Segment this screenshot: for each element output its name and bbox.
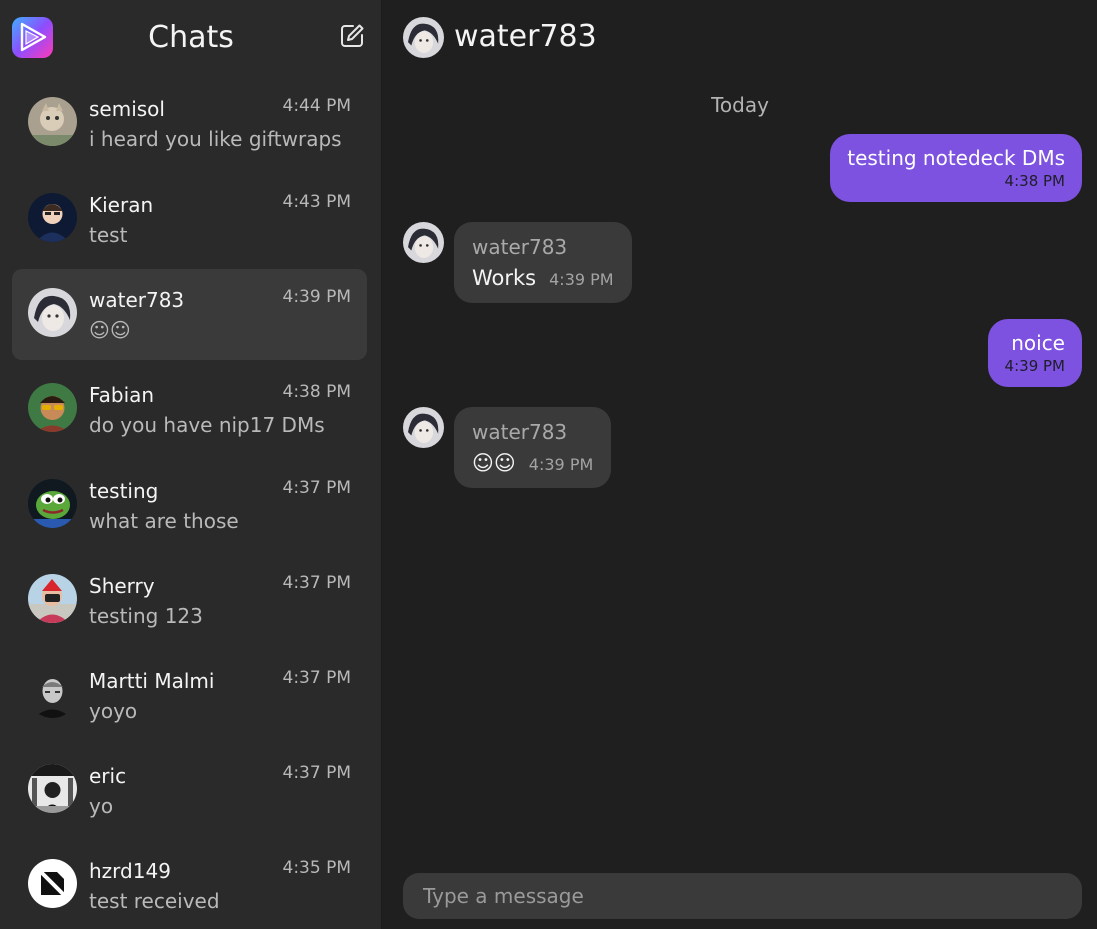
chat-preview: test [89, 223, 128, 247]
chat-item-kieran[interactable]: Kieran 4:43 PM test [12, 174, 367, 265]
avatar[interactable] [403, 222, 444, 263]
chat-time: 4:37 PM [282, 573, 352, 593]
chat-preview: ☺☺ [89, 318, 131, 342]
chat-name: testing [89, 479, 159, 503]
message-time: 4:38 PM [1004, 172, 1065, 190]
chat-name: water783 [89, 288, 185, 312]
avatar[interactable] [403, 407, 444, 448]
message-composer[interactable] [403, 873, 1082, 919]
chat-name: Martti Malmi [89, 669, 215, 693]
chat-name: Sherry [89, 574, 155, 598]
chat-name: hzrd149 [89, 859, 171, 883]
chat-item-martti-malmi[interactable]: Martti Malmi 4:37 PM yoyo [12, 650, 367, 741]
message-time: 4:39 PM [528, 455, 594, 474]
chat-preview: do you have nip17 DMs [89, 413, 325, 437]
message-outgoing[interactable]: testing notedeck DMs 4:38 PM [830, 134, 1082, 202]
chat-name: Fabian [89, 383, 155, 407]
chat-preview: yo [89, 794, 114, 818]
message-author: water783 [472, 420, 568, 444]
avatar [28, 97, 77, 146]
chat-time: 4:38 PM [282, 382, 352, 402]
chat-item-eric[interactable]: eric 4:37 PM yo [12, 745, 367, 836]
message-outgoing[interactable]: noice 4:39 PM [987, 319, 1082, 387]
chat-item-sherry[interactable]: Sherry 4:37 PM testing 123 [12, 555, 367, 646]
message-time: 4:39 PM [549, 270, 614, 289]
message-time: 4:39 PM [1004, 357, 1065, 375]
chat-name: eric [89, 764, 127, 788]
chat-time: 4:43 PM [282, 192, 352, 212]
chat-time: 4:37 PM [282, 668, 352, 688]
message-incoming[interactable]: water783 ☺☺ 4:39 PM [454, 407, 612, 488]
sidebar-title: Chats [148, 20, 234, 55]
message-text: Works [472, 266, 537, 290]
chat-time: 4:37 PM [282, 478, 352, 498]
date-separator: Today [711, 93, 769, 117]
avatar [28, 859, 77, 908]
message-text: noice [1011, 331, 1065, 355]
avatar [28, 383, 77, 432]
avatar [28, 669, 77, 718]
avatar[interactable] [403, 17, 444, 58]
conversation-panel: water783 Today testing notedeck DMs 4:38… [383, 0, 1097, 929]
dm-app: Chats semisol 4:44 PM i heard you like g… [0, 0, 1097, 929]
chat-preview: what are those [89, 509, 239, 533]
message-incoming[interactable]: water783 Works 4:39 PM [454, 222, 632, 303]
chat-preview: test received [89, 889, 220, 913]
chat-sidebar: Chats semisol 4:44 PM i heard you like g… [0, 0, 382, 929]
avatar [28, 288, 77, 337]
chat-preview: i heard you like giftwraps [89, 127, 342, 151]
chat-name: semisol [89, 97, 165, 121]
chat-time: 4:44 PM [282, 96, 352, 116]
chat-time: 4:39 PM [282, 287, 352, 307]
chat-preview: testing 123 [89, 604, 203, 628]
chat-time: 4:37 PM [282, 763, 352, 783]
message-text: testing notedeck DMs [847, 146, 1065, 170]
avatar [28, 479, 77, 528]
chat-preview: yoyo [89, 699, 138, 723]
avatar [28, 193, 77, 242]
chat-name: Kieran [89, 193, 154, 217]
chat-item-fabian[interactable]: Fabian 4:38 PM do you have nip17 DMs [12, 364, 367, 455]
message-input[interactable] [403, 873, 1082, 919]
message-author: water783 [472, 235, 568, 259]
avatar [28, 764, 77, 813]
chat-item-hzrd149[interactable]: hzrd149 4:35 PM test received [12, 840, 367, 929]
chat-item-testing[interactable]: testing 4:37 PM what are those [12, 460, 367, 551]
conversation-title: water783 [454, 19, 597, 54]
chat-item-semisol[interactable]: semisol 4:44 PM i heard you like giftwra… [12, 78, 367, 169]
compose-icon[interactable] [338, 22, 366, 50]
chat-item-water783[interactable]: water783 4:39 PM ☺☺ [12, 269, 367, 360]
avatar [28, 574, 77, 623]
message-text: ☺☺ [472, 451, 516, 475]
chat-time: 4:35 PM [282, 858, 352, 878]
